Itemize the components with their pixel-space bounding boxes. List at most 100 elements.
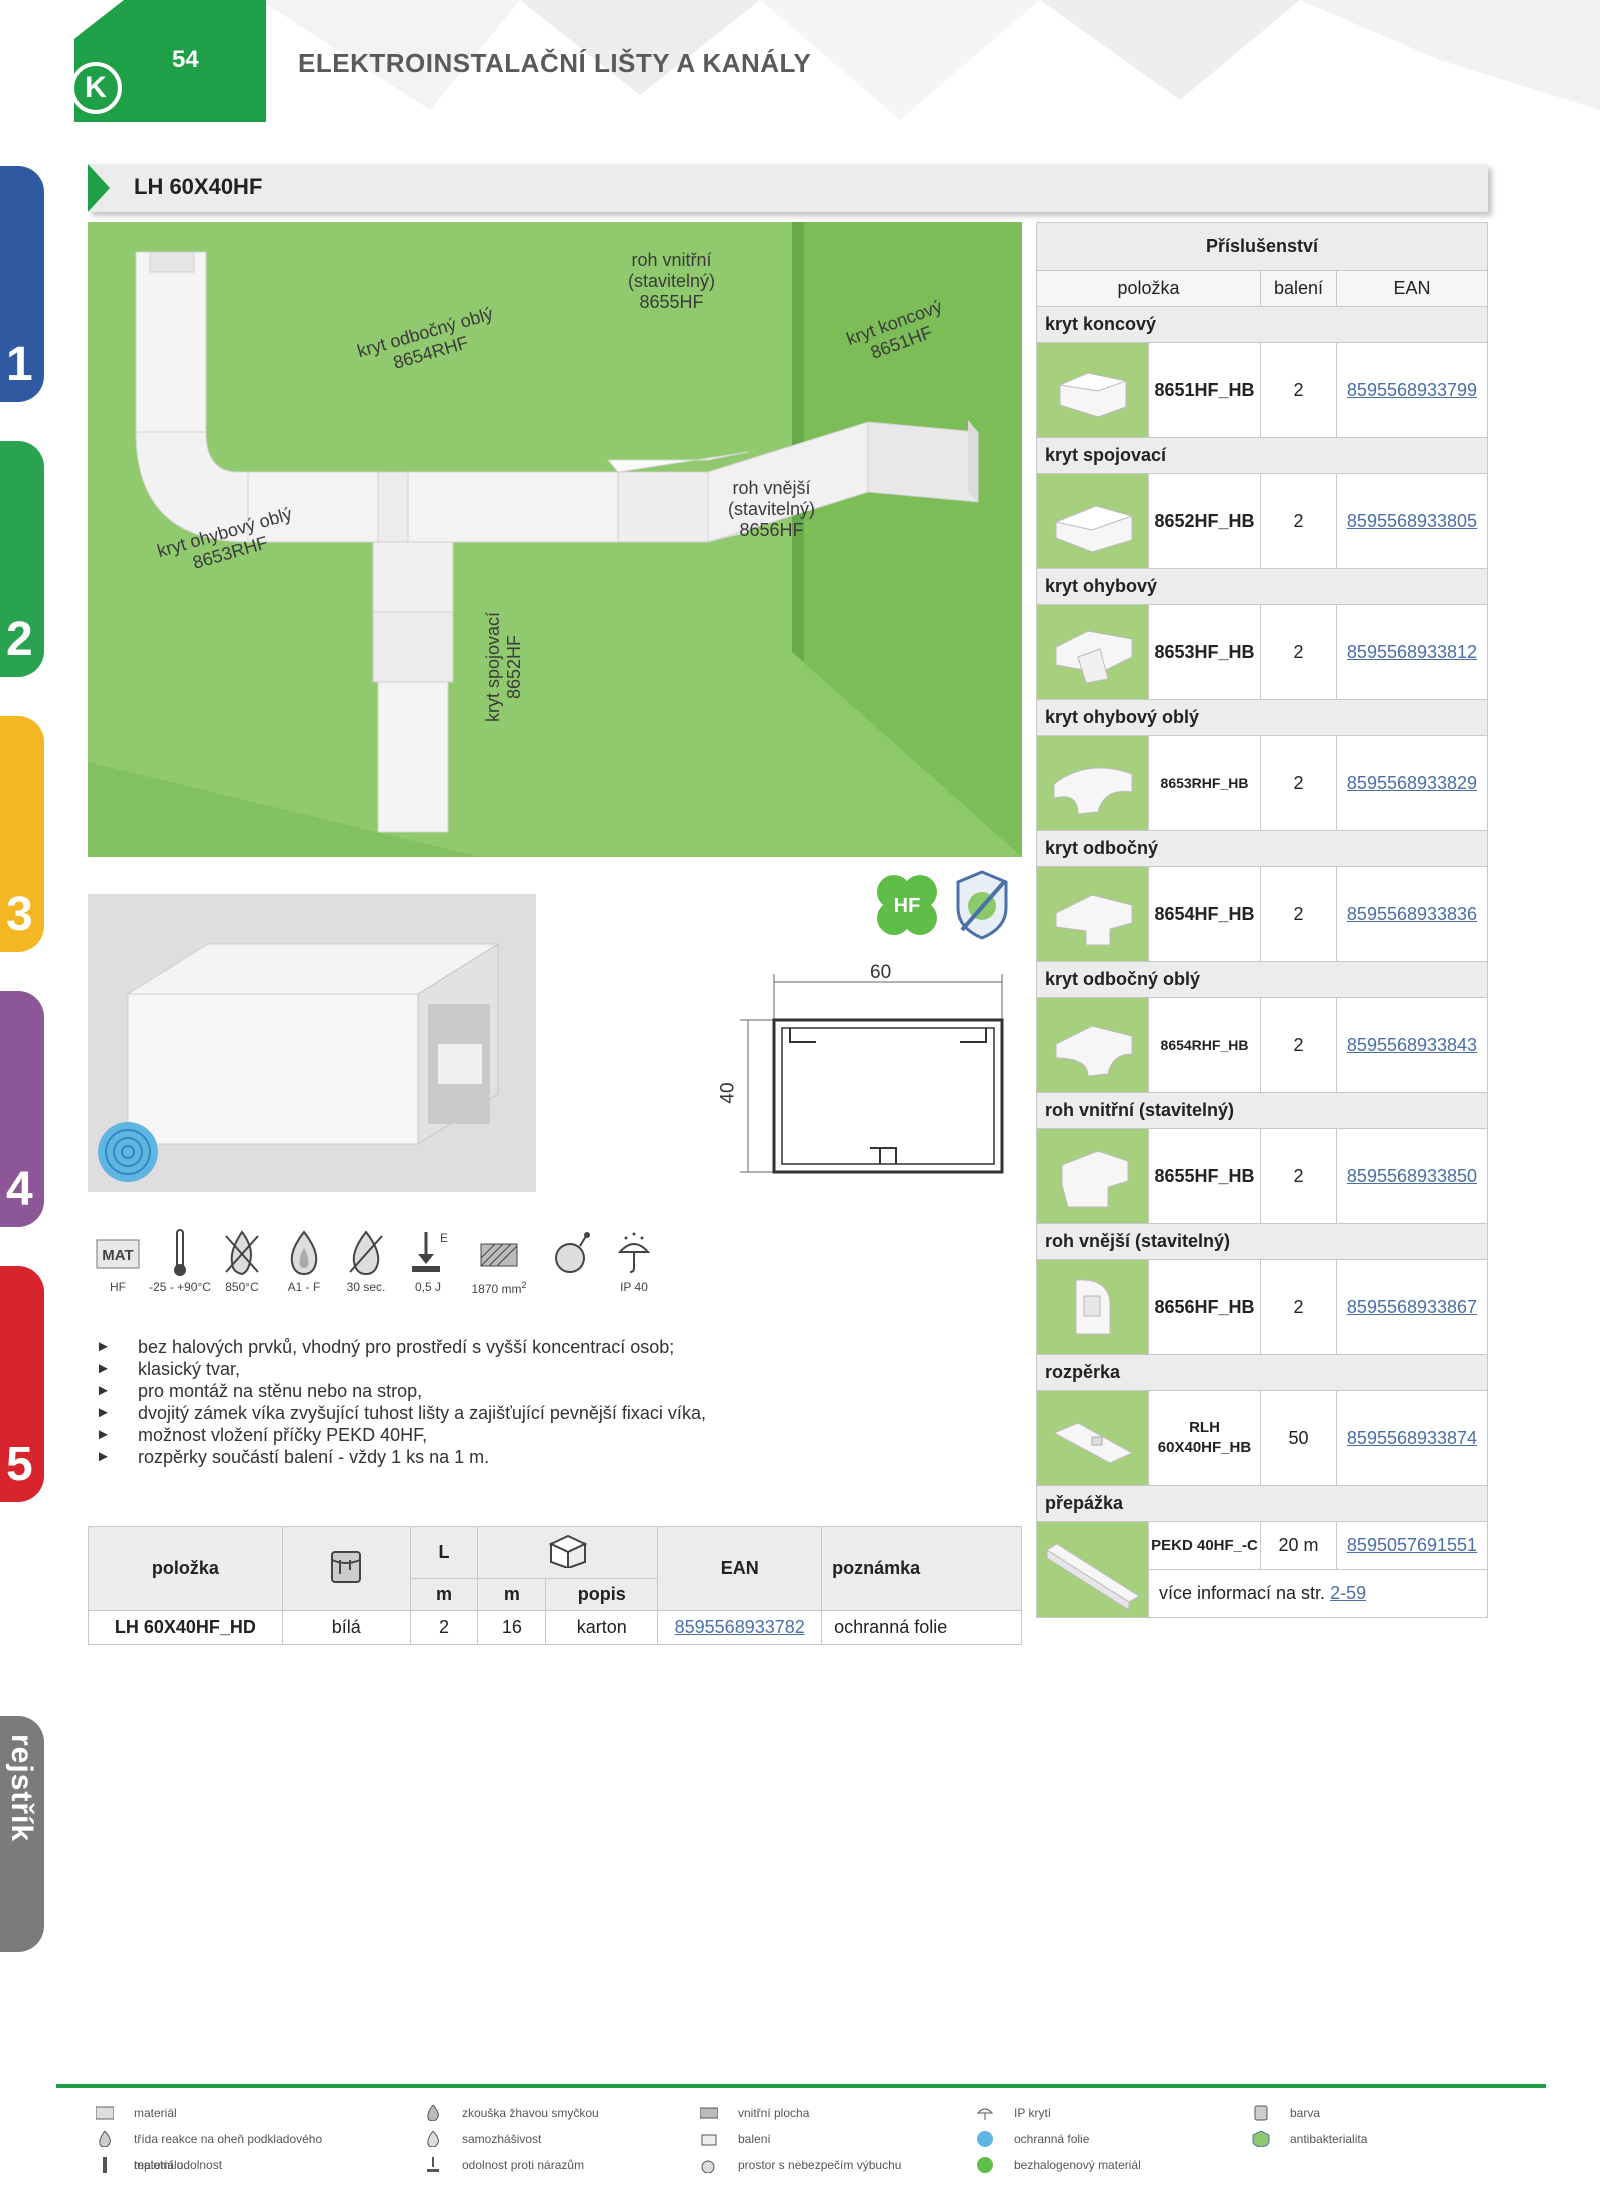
list-item: klasický tvar,	[96, 1358, 736, 1380]
ip-icon: IP 40	[604, 1228, 664, 1308]
label-kryt-spojovaci: kryt spojovací 8652HF	[483, 611, 524, 722]
accessory-image	[1036, 604, 1149, 700]
glow-wire-icon	[427, 2105, 439, 2121]
legend-item: bezhalogenový materiál	[936, 2152, 1212, 2178]
index-tab[interactable]: rejstřík	[0, 1716, 44, 1952]
accessory-image	[1036, 342, 1149, 438]
legend-item: samozhášivost	[384, 2126, 660, 2152]
chapter-tab-4[interactable]: 4	[0, 991, 44, 1227]
explosion-icon	[701, 2160, 715, 2173]
chapter-tab-label: 2	[6, 613, 33, 666]
legend-item: antibakterialita	[1212, 2126, 1488, 2152]
ean-link[interactable]: 8595568933782	[675, 1617, 805, 1637]
material-property: MAT HF	[88, 1228, 148, 1308]
col-ean: EAN	[657, 1526, 823, 1611]
accessory-image	[1036, 1521, 1149, 1618]
cross-section-icon: 1870 mm2	[460, 1228, 538, 1308]
label-roh-vnejsi: roh vnější (stavitelný) 8656HF	[728, 478, 816, 540]
col-item: položka	[1036, 270, 1261, 307]
legend-item: teplotní odolnost	[56, 2152, 332, 2178]
legend-column: barva antibakterialita	[1212, 2100, 1488, 2152]
halogen-free-badge: HF	[872, 870, 942, 940]
accessory-image	[1036, 1259, 1149, 1355]
group-label: kryt odbočný oblý	[1036, 961, 1488, 998]
glow-wire-icon: 850°C	[212, 1228, 272, 1308]
svg-text:MAT: MAT	[102, 1247, 133, 1264]
installation-illustration: roh vnitřní (stavitelný) 8655HF kryt odboč…	[88, 222, 1022, 857]
col-ean: EAN	[1336, 270, 1488, 307]
legend-item: třída reakce na oheň podkladového materi…	[56, 2126, 332, 2172]
legend-item: materiál	[56, 2100, 332, 2126]
accessories-title: Příslušenství	[1036, 222, 1488, 271]
ean-link[interactable]: 8595568933829	[1347, 773, 1477, 793]
list-item: pro montáž na stěnu nebo na strop,	[96, 1380, 736, 1402]
product-table: položka L EAN poznámka m m popis LH 60X4…	[88, 1526, 1022, 1645]
footer-divider	[56, 2084, 1546, 2088]
chapter-tab-label: 5	[6, 1438, 33, 1491]
label-roh-vnitrni: roh vnitřní (stavitelný) 8655HF	[628, 250, 716, 312]
more-info: více informací na str. 2-59	[1148, 1569, 1488, 1618]
ean-link[interactable]: 8595057691551	[1347, 1535, 1477, 1555]
feature-list: bez halových prvků, vhodný pro prostředí…	[96, 1336, 736, 1468]
chapter-tab-1[interactable]: 1	[0, 166, 44, 402]
group-label: kryt odbočný	[1036, 830, 1488, 867]
ean-link[interactable]: 8595568933843	[1347, 1035, 1477, 1055]
ean-link[interactable]: 8595568933874	[1347, 1428, 1477, 1448]
list-item: rozpěrky součástí balení - vždy 1 ks na …	[96, 1446, 736, 1468]
list-item: bez halových prvků, vhodný pro prostředí…	[96, 1336, 736, 1358]
flame-icon	[99, 2131, 111, 2147]
legend-item: balení	[660, 2126, 936, 2152]
chapter-tab-5[interactable]: 5	[0, 1266, 44, 1502]
ip-icon	[976, 2108, 994, 2120]
protective-film-icon	[977, 2131, 993, 2147]
ean-link[interactable]: 8595568933805	[1347, 511, 1477, 531]
col-note: poznámka	[821, 1526, 1022, 1611]
legend-column: zkouška žhavou smyčkou samozhášivost odo…	[384, 2100, 660, 2178]
group-label: kryt spojovací	[1036, 437, 1488, 474]
col-item: položka	[88, 1526, 283, 1611]
legend-column: IP krytí ochranná folie bezhalogenový ma…	[936, 2100, 1212, 2178]
accessories-table: Příslušenství položka balení EAN kryt ko…	[1036, 222, 1488, 1618]
ean-link[interactable]: 8595568933850	[1347, 1166, 1477, 1186]
group-label: přepážka	[1036, 1485, 1488, 1522]
accessory-image	[1036, 735, 1149, 831]
ean-link[interactable]: 8595568933812	[1347, 642, 1477, 662]
legend-item: zkouška žhavou smyčkou	[384, 2100, 660, 2126]
chapter-tab-label: 1	[6, 338, 33, 391]
page-title: ELEKTROINSTALAČNÍ LIŠTY A KANÁLY	[298, 48, 812, 78]
material-icon	[96, 2106, 114, 2120]
col-length: L	[409, 1526, 479, 1579]
legend-item: odolnost proti nárazům	[384, 2152, 660, 2178]
chapter-tab-label: 4	[6, 1163, 33, 1216]
col-length-unit: m	[409, 1578, 479, 1611]
col-pack-unit: m	[477, 1578, 547, 1611]
self-extinguish-icon	[427, 2131, 439, 2147]
legend-item: ochranná folie	[936, 2126, 1212, 2152]
product-photo	[88, 894, 536, 1192]
legend-column: materiál třída reakce na oheň podkladové…	[56, 2100, 332, 2178]
color-icon	[1254, 2105, 1268, 2121]
ean-link[interactable]: 8595568933836	[1347, 904, 1477, 924]
flame-icon: A1 - F	[274, 1228, 334, 1308]
antibacterial-icon	[954, 870, 1010, 940]
table-row: LH 60X40HF_HD bílá 2 16 karton 859556893…	[88, 1610, 1022, 1645]
group-label: kryt ohybový	[1036, 568, 1488, 605]
index-tab-label: rejstřík	[5, 1734, 38, 1843]
more-info-link[interactable]: 2-59	[1330, 1583, 1366, 1603]
dimension-width: 60	[870, 962, 892, 983]
self-extinguish-icon: 30 sec.	[336, 1228, 396, 1308]
legend-item: prostor s nebezpečím výbuchu	[660, 2152, 936, 2178]
legend-item: vnitřní plocha	[660, 2100, 936, 2126]
impact-icon: E 0,5 J	[398, 1228, 458, 1308]
halogen-free-icon	[977, 2157, 993, 2173]
group-label: roh vnější (stavitelný)	[1036, 1223, 1488, 1260]
product-title: LH 60X40HF	[134, 174, 263, 199]
svg-text:HF: HF	[894, 895, 921, 917]
chapter-tab-3[interactable]: 3	[0, 716, 44, 952]
page-number: 54	[172, 46, 199, 73]
col-desc: popis	[545, 1578, 659, 1611]
chapter-tab-2[interactable]: 2	[0, 441, 44, 677]
accessory-image	[1036, 1390, 1149, 1486]
ean-link[interactable]: 8595568933799	[1347, 380, 1477, 400]
ean-link[interactable]: 8595568933867	[1347, 1297, 1477, 1317]
